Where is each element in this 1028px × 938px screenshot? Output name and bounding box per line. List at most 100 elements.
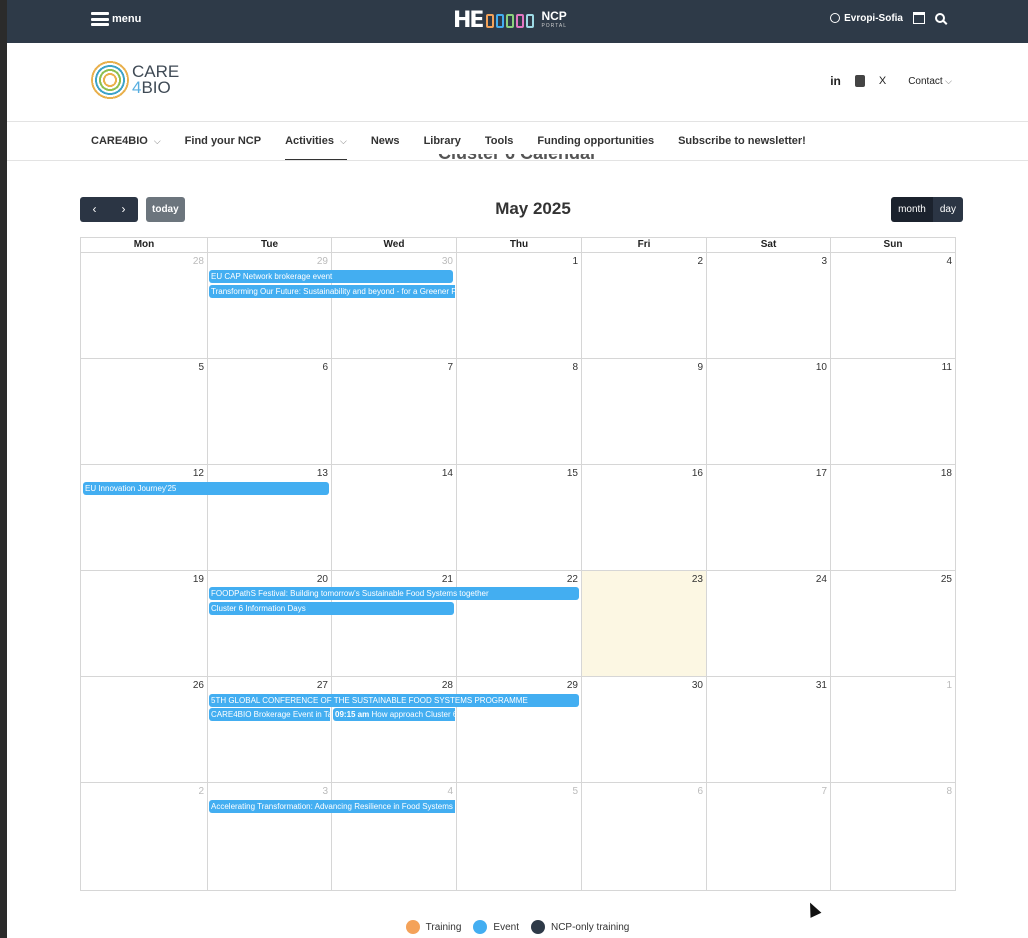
day-cell[interactable]: 13	[207, 465, 331, 570]
user-account[interactable]: Evropi-Sofia	[830, 13, 903, 24]
prev-month-button[interactable]: ‹	[80, 197, 109, 222]
calendar-event[interactable]: Accelerating Transformation: Advancing R…	[209, 800, 455, 813]
day-number[interactable]: 31	[816, 680, 827, 691]
day-cell[interactable]: 30	[581, 677, 706, 782]
day-cell[interactable]: 26	[81, 677, 207, 782]
day-number[interactable]: 7	[821, 786, 827, 797]
day-number[interactable]: 4	[447, 786, 453, 797]
calendar-event[interactable]: EU Innovation Journey'25	[83, 482, 329, 495]
day-number[interactable]: 14	[442, 468, 453, 479]
day-number[interactable]: 29	[317, 256, 328, 267]
calendar-event[interactable]: CARE4BIO Brokerage Event in Tallinn	[209, 708, 330, 721]
day-number[interactable]: 8	[572, 362, 578, 373]
calendar-event[interactable]: 5TH GLOBAL CONFERENCE OF THE SUSTAINABLE…	[209, 694, 579, 707]
month-view-button[interactable]: month	[891, 197, 933, 222]
day-view-button[interactable]: day	[932, 197, 963, 222]
day-cell[interactable]: 8	[456, 359, 581, 464]
day-number[interactable]: 1	[572, 256, 578, 267]
he-ncp-portal-logo[interactable]: HE NCP PORTAL	[453, 10, 567, 32]
day-cell[interactable]: 10	[706, 359, 830, 464]
day-number[interactable]: 8	[946, 786, 952, 797]
day-number[interactable]: 18	[941, 468, 952, 479]
day-cell[interactable]: 29	[207, 253, 331, 358]
day-number[interactable]: 6	[322, 362, 328, 373]
day-number[interactable]: 6	[697, 786, 703, 797]
day-cell[interactable]: 24	[706, 571, 830, 676]
day-cell[interactable]: 6	[207, 359, 331, 464]
day-number[interactable]: 26	[193, 680, 204, 691]
day-cell[interactable]: 1	[830, 677, 955, 782]
day-cell[interactable]: 31	[706, 677, 830, 782]
day-number[interactable]: 9	[697, 362, 703, 373]
day-number[interactable]: 5	[198, 362, 204, 373]
calendar-event[interactable]: 09:15 am How approach Cluster 6	[333, 708, 455, 721]
calendar-event[interactable]: EU CAP Network brokerage event	[209, 270, 453, 283]
day-number[interactable]: 1	[946, 680, 952, 691]
day-cell[interactable]: 9	[581, 359, 706, 464]
day-number[interactable]: 24	[816, 574, 827, 585]
linkedin-icon[interactable]: in	[830, 74, 841, 88]
day-cell[interactable]: 2	[581, 253, 706, 358]
day-number[interactable]: 28	[442, 680, 453, 691]
day-cell[interactable]: 7	[331, 359, 456, 464]
search-icon[interactable]	[935, 13, 945, 23]
day-number[interactable]: 10	[816, 362, 827, 373]
day-cell[interactable]: 17	[706, 465, 830, 570]
day-cell[interactable]: 29	[456, 677, 581, 782]
menu-button[interactable]: menu	[91, 12, 141, 26]
day-number[interactable]: 3	[322, 786, 328, 797]
day-number[interactable]: 16	[692, 468, 703, 479]
care4bio-logo[interactable]: CARE 4BIO	[91, 60, 179, 100]
day-number[interactable]: 30	[442, 256, 453, 267]
day-cell[interactable]: 7	[706, 783, 830, 890]
day-number[interactable]: 2	[697, 256, 703, 267]
day-cell[interactable]: 4	[830, 253, 955, 358]
day-cell[interactable]: 28	[331, 677, 456, 782]
day-cell[interactable]: 16	[581, 465, 706, 570]
day-number[interactable]: 5	[572, 786, 578, 797]
day-number[interactable]: 29	[567, 680, 578, 691]
day-cell[interactable]: 28	[81, 253, 207, 358]
day-number[interactable]: 22	[567, 574, 578, 585]
day-cell[interactable]: 14	[331, 465, 456, 570]
day-number[interactable]: 30	[692, 680, 703, 691]
day-number[interactable]: 7	[447, 362, 453, 373]
day-cell[interactable]: 5	[456, 783, 581, 890]
day-number[interactable]: 27	[317, 680, 328, 691]
day-number[interactable]: 12	[193, 468, 204, 479]
day-number[interactable]: 15	[567, 468, 578, 479]
day-cell[interactable]: 6	[581, 783, 706, 890]
day-cell[interactable]: 27	[207, 677, 331, 782]
day-number[interactable]: 3	[821, 256, 827, 267]
day-cell[interactable]: 15	[456, 465, 581, 570]
day-cell[interactable]: 12	[81, 465, 207, 570]
next-month-button[interactable]: ›	[109, 197, 138, 222]
day-cell[interactable]: 8	[830, 783, 955, 890]
day-cell[interactable]: 1	[456, 253, 581, 358]
calendar-event[interactable]: Transforming Our Future: Sustainability …	[209, 285, 455, 298]
day-cell[interactable]: 11	[830, 359, 955, 464]
day-number[interactable]: 25	[941, 574, 952, 585]
day-number[interactable]: 20	[317, 574, 328, 585]
day-cell[interactable]: 30	[331, 253, 456, 358]
day-number[interactable]: 11	[942, 362, 952, 373]
day-cell[interactable]: 19	[81, 571, 207, 676]
day-number[interactable]: 4	[946, 256, 952, 267]
day-number[interactable]: 17	[816, 468, 827, 479]
day-cell-today[interactable]: 23	[581, 571, 706, 676]
day-number[interactable]: 19	[193, 574, 204, 585]
day-cell[interactable]: 18	[830, 465, 955, 570]
day-number[interactable]: 2	[198, 786, 204, 797]
calendar-icon[interactable]	[913, 12, 925, 24]
day-cell[interactable]: 5	[81, 359, 207, 464]
day-number[interactable]: 21	[442, 574, 453, 585]
day-cell[interactable]: 25	[830, 571, 955, 676]
x-twitter-icon[interactable]: X	[879, 75, 886, 87]
contact-menu[interactable]: Contact ⌵	[908, 76, 952, 87]
day-cell[interactable]: 3	[706, 253, 830, 358]
day-number[interactable]: 23	[692, 574, 703, 585]
day-cell[interactable]: 2	[81, 783, 207, 890]
calendar-event[interactable]: Cluster 6 Information Days	[209, 602, 454, 615]
day-number[interactable]: 13	[317, 468, 328, 479]
today-button[interactable]: today	[146, 197, 185, 222]
